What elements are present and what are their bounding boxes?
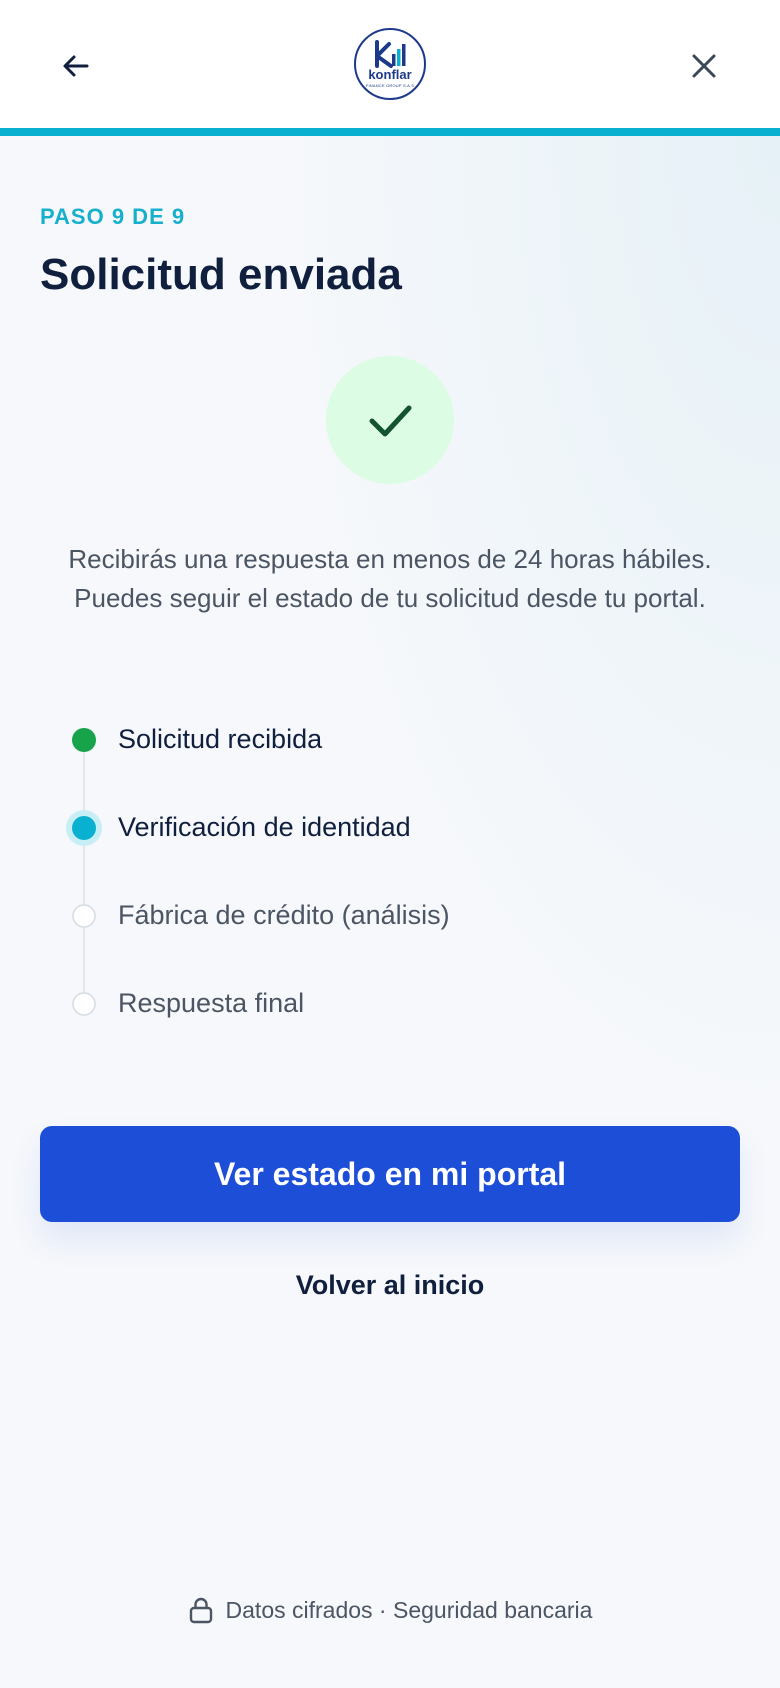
- timeline-item: Respuesta final: [60, 982, 720, 1026]
- lock-icon: [188, 1596, 214, 1624]
- timeline-item: Verificación de identidad: [60, 806, 720, 850]
- timeline-item-label: Fábrica de crédito (análisis): [118, 900, 450, 930]
- timeline-item: Fábrica de crédito (análisis): [60, 894, 720, 938]
- confirmation-message: Recibirás una respuesta en menos de 24 h…: [68, 544, 712, 613]
- status-dot-done: [72, 728, 96, 752]
- header-progress-bar: [0, 128, 780, 136]
- close-icon: [692, 54, 716, 78]
- status-dot-pending: [72, 992, 96, 1016]
- timeline-connector: [83, 740, 85, 1004]
- page-title: Solicitud enviada: [40, 250, 402, 299]
- logo-subtext: FINANCE GROUP S.A.S: [365, 83, 415, 88]
- status-dot-pending: [72, 904, 96, 928]
- logo-text: konflar: [368, 67, 412, 82]
- success-badge: [326, 356, 454, 484]
- security-footer-text: Datos cifrados · Seguridad bancaria: [225, 1596, 593, 1623]
- timeline-item-label: Solicitud recibida: [118, 724, 323, 754]
- back-to-home-link[interactable]: Volver al inicio: [40, 1270, 740, 1301]
- view-portal-button[interactable]: Ver estado en mi portal: [40, 1126, 740, 1222]
- back-button[interactable]: [48, 38, 104, 94]
- status-dot-active: [72, 816, 96, 840]
- app-header: konflar FINANCE GROUP S.A.S: [0, 0, 780, 128]
- logo-mark-icon: [375, 40, 406, 68]
- timeline-item-label: Respuesta final: [118, 988, 305, 1018]
- close-button[interactable]: [676, 38, 732, 94]
- check-icon: [369, 405, 412, 437]
- timeline-item-label: Verificación de identidad: [118, 812, 411, 842]
- timeline-item: Solicitud recibida: [60, 718, 720, 762]
- arrow-left-icon: [63, 55, 89, 77]
- brand-logo: konflar FINANCE GROUP S.A.S: [354, 28, 426, 100]
- step-indicator: PASO 9 DE 9: [40, 204, 186, 229]
- security-footer: Datos cifrados · Seguridad bancaria: [0, 1592, 780, 1628]
